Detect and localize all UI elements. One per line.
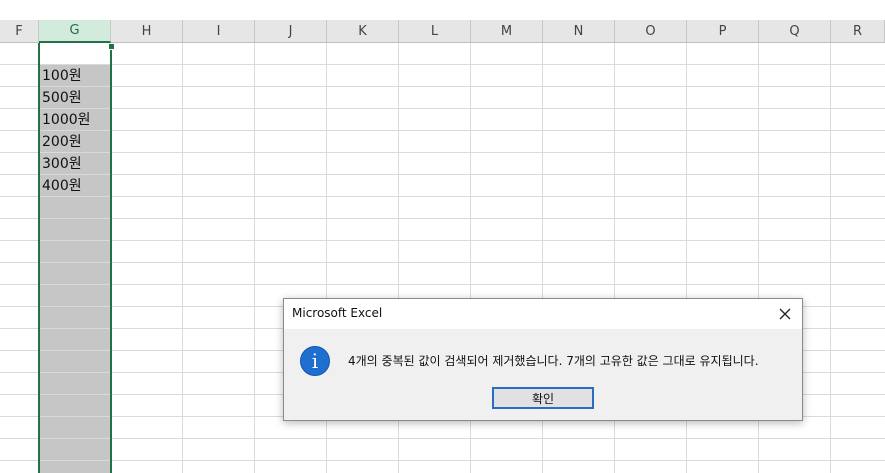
cell-g3[interactable]: 500원 <box>42 87 82 109</box>
grid-row-line <box>0 460 885 461</box>
column-header-l[interactable]: L <box>399 20 471 42</box>
grid-row-line <box>0 108 885 109</box>
column-header-q[interactable]: Q <box>759 20 831 42</box>
ribbon-edge <box>0 0 885 20</box>
cell-g6[interactable]: 300원 <box>42 153 82 175</box>
spreadsheet: FGHIJKLMNOPQR 100원 500원 1000원 200원 300원 400원 … <box>0 0 885 473</box>
fill-handle[interactable] <box>108 43 115 50</box>
info-glyph: i <box>311 349 319 373</box>
info-icon: i <box>300 346 330 376</box>
grid-row-line <box>0 438 885 439</box>
column-header-m[interactable]: M <box>471 20 543 42</box>
column-header-r[interactable]: R <box>831 20 885 42</box>
grid-row-line <box>0 64 885 65</box>
column-header-j[interactable]: J <box>255 20 327 42</box>
cell-g5[interactable]: 200원 <box>42 131 82 153</box>
grid-row-line <box>0 196 885 197</box>
grid-row-line <box>0 218 885 219</box>
grid-row-line <box>0 284 885 285</box>
grid-row-line <box>0 262 885 263</box>
close-button[interactable] <box>768 299 802 329</box>
message-dialog: Microsoft Excel i 4개의 중복된 값이 검색되어 제거했습니다… <box>283 298 803 421</box>
cell-g4[interactable]: 1000원 <box>42 109 91 131</box>
grid-row-line <box>0 174 885 175</box>
column-header-p[interactable]: P <box>687 20 759 42</box>
column-header-row: FGHIJKLMNOPQR <box>0 20 885 43</box>
cell-g2[interactable]: 100원 <box>42 65 82 87</box>
column-header-f[interactable]: F <box>0 20 39 42</box>
grid-row-line <box>0 152 885 153</box>
dialog-title: Microsoft Excel <box>292 306 383 320</box>
column-header-i[interactable]: I <box>183 20 255 42</box>
cell-g7[interactable]: 400원 <box>42 175 82 197</box>
column-header-h[interactable]: H <box>111 20 183 42</box>
ok-button[interactable]: 확인 <box>492 387 594 409</box>
column-header-o[interactable]: O <box>615 20 687 42</box>
dialog-titlebar[interactable]: Microsoft Excel <box>284 299 802 329</box>
column-header-g[interactable]: G <box>39 20 111 43</box>
grid-row-line <box>0 130 885 131</box>
close-icon <box>779 308 791 320</box>
grid-row-line <box>0 240 885 241</box>
grid-row-line <box>0 86 885 87</box>
dialog-message: 4개의 중복된 값이 검색되어 제거했습니다. 7개의 고유한 값은 그대로 유… <box>348 354 759 368</box>
column-header-n[interactable]: N <box>543 20 615 42</box>
column-header-k[interactable]: K <box>327 20 399 42</box>
